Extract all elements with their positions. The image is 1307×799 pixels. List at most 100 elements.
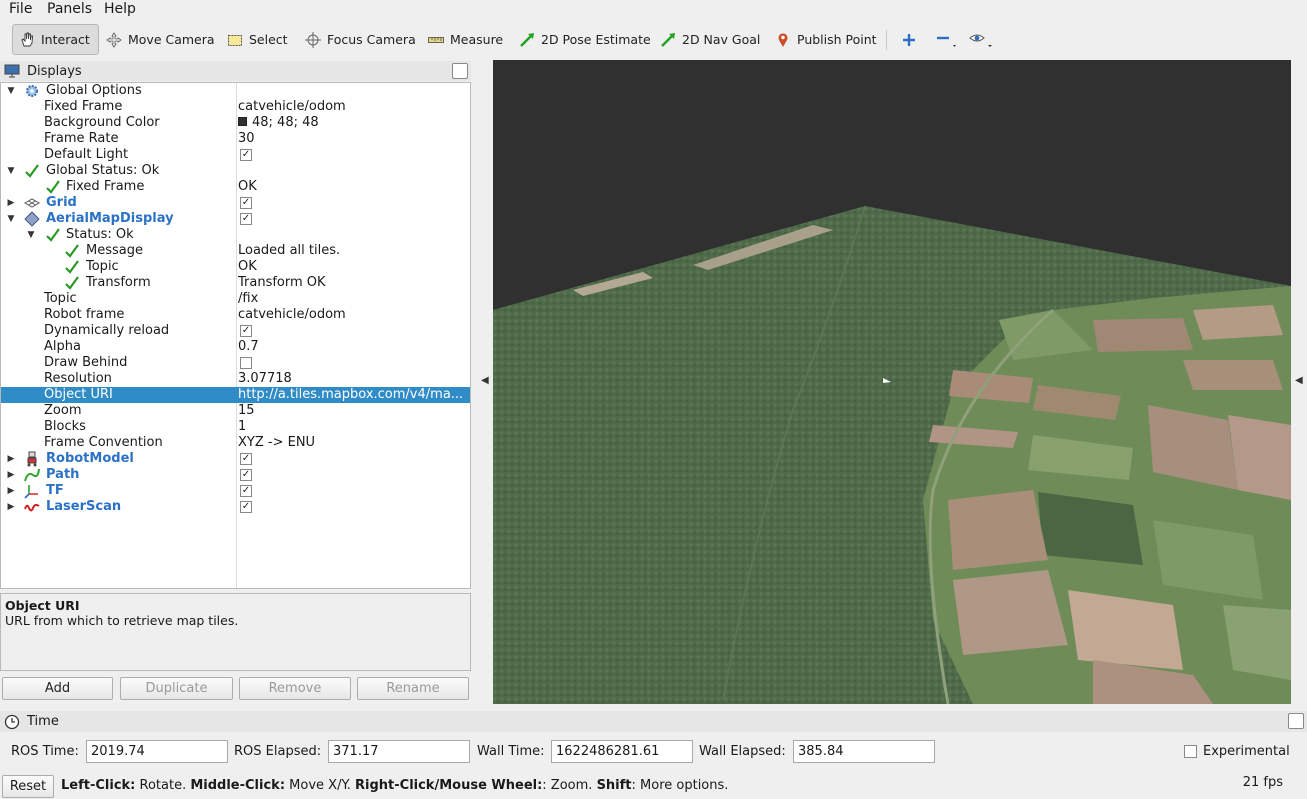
nav-goal-tool-button[interactable]: 2D Nav Goal <box>654 24 766 55</box>
green-arrow-icon <box>520 32 534 47</box>
tree-row-status-fixed-frame[interactable]: Fixed Frame OK <box>1 179 470 195</box>
dynamically-reload-checkbox[interactable]: ✓ <box>240 325 252 337</box>
focus-camera-tool-button[interactable]: Focus Camera <box>299 24 422 55</box>
tree-row-laser-scan[interactable]: ▶ LaserScan ✓ <box>1 499 470 515</box>
tree-row-status-topic[interactable]: Topic OK <box>1 259 470 275</box>
laser-scan-icon <box>24 503 40 512</box>
tree-row-frame-rate[interactable]: Frame Rate 30 <box>1 131 470 147</box>
row-value[interactable]: catvehicle/odom <box>238 99 468 115</box>
time-float-button[interactable] <box>1288 713 1304 729</box>
row-value[interactable]: 15 <box>238 403 468 419</box>
tree-row-global-options[interactable]: ▼ Global Options <box>1 83 470 99</box>
move-camera-tool-button[interactable]: Move Camera <box>100 24 221 55</box>
rename-display-button[interactable]: Rename <box>357 677 469 700</box>
view-options-button[interactable] <box>963 24 999 55</box>
tree-row-tf[interactable]: ▶ TF ✓ <box>1 483 470 499</box>
select-tool-button[interactable]: Select <box>221 24 294 55</box>
pose-estimate-tool-button[interactable]: 2D Pose Estimate <box>513 24 657 55</box>
collapse-arrow-icon[interactable]: ▶ <box>6 195 16 211</box>
tree-row-alpha[interactable]: Alpha 0.7 <box>1 339 470 355</box>
row-name: Draw Behind <box>44 355 128 370</box>
draw-behind-checkbox[interactable] <box>240 357 252 369</box>
row-name: Frame Rate <box>44 131 119 146</box>
tree-row-dynamically-reload[interactable]: Dynamically reload ✓ <box>1 323 470 339</box>
displays-tree: ▼ Global Options Fixed Frame catvehicle/… <box>0 82 471 589</box>
collapse-arrow-icon[interactable]: ▶ <box>6 483 16 499</box>
default-light-checkbox[interactable]: ✓ <box>240 149 252 161</box>
tree-row-grid[interactable]: ▶ Grid ✓ <box>1 195 470 211</box>
tree-row-aerial-map-display[interactable]: ▼ AerialMapDisplay ✓ <box>1 211 470 227</box>
publish-point-tool-button[interactable]: Publish Point <box>769 24 883 55</box>
remove-tool-button[interactable] <box>929 24 963 55</box>
measure-tool-button[interactable]: Measure <box>422 24 509 55</box>
row-value[interactable]: XYZ -> ENU <box>238 435 468 451</box>
color-value: 48; 48; 48 <box>252 115 319 130</box>
row-value[interactable]: /fix <box>238 291 468 307</box>
row-value[interactable]: catvehicle/odom <box>238 307 468 323</box>
interact-tool-button[interactable]: Interact <box>12 24 99 55</box>
tree-row-resolution[interactable]: Resolution 3.07718 <box>1 371 470 387</box>
tree-row-topic[interactable]: Topic /fix <box>1 291 470 307</box>
menu-panels[interactable]: Panels <box>47 1 92 17</box>
expand-arrow-icon[interactable]: ▼ <box>6 211 16 227</box>
measure-label: Measure <box>450 32 504 47</box>
wall-time-field[interactable]: 1622486281.61 <box>551 740 693 763</box>
duplicate-display-button[interactable]: Duplicate <box>120 677 233 700</box>
tree-row-fixed-frame[interactable]: Fixed Frame catvehicle/odom <box>1 99 470 115</box>
remove-display-button[interactable]: Remove <box>239 677 351 700</box>
tree-row-status-message[interactable]: Message Loaded all tiles. <box>1 243 470 259</box>
row-name: Status: Ok <box>66 227 134 242</box>
tree-row-robot-frame[interactable]: Robot frame catvehicle/odom <box>1 307 470 323</box>
tree-row-robot-model[interactable]: ▶ RobotModel ✓ <box>1 451 470 467</box>
tree-row-zoom[interactable]: Zoom 15 <box>1 403 470 419</box>
tree-row-default-light[interactable]: Default Light ✓ <box>1 147 470 163</box>
status-ok-check-icon <box>65 244 79 258</box>
tree-row-blocks[interactable]: Blocks 1 <box>1 419 470 435</box>
tree-row-aerial-status[interactable]: ▼ Status: Ok <box>1 227 470 243</box>
move-arrows-icon <box>106 31 122 48</box>
row-value[interactable]: 30 <box>238 131 468 147</box>
menu-file[interactable]: File <box>9 1 32 17</box>
row-value: OK <box>238 179 257 194</box>
expand-arrow-icon[interactable]: ▼ <box>6 83 16 99</box>
row-value[interactable]: 3.07718 <box>238 371 468 387</box>
tree-row-status-transform[interactable]: Transform Transform OK <box>1 275 470 291</box>
collapse-arrow-icon[interactable]: ▶ <box>6 499 16 515</box>
row-value[interactable]: 48; 48; 48 <box>238 115 468 131</box>
tree-row-object-uri[interactable]: Object URI http://a.tiles.mapbox.com/v4/… <box>1 387 470 403</box>
ros-time-field[interactable]: 2019.74 <box>86 740 228 763</box>
tree-row-frame-convention[interactable]: Frame Convention XYZ -> ENU <box>1 435 470 451</box>
laser-scan-enabled-checkbox[interactable]: ✓ <box>240 501 252 513</box>
status-ok-check-icon <box>65 260 79 274</box>
add-tool-button[interactable] <box>895 24 923 55</box>
tree-row-background-color[interactable]: Background Color 48; 48; 48 <box>1 115 470 131</box>
displays-float-button[interactable] <box>452 63 468 79</box>
collapse-arrow-icon[interactable]: ▶ <box>6 467 16 483</box>
row-value[interactable]: 0.7 <box>238 339 468 355</box>
wall-elapsed-field[interactable]: 385.84 <box>793 740 935 763</box>
status-ok-check-icon <box>25 164 39 178</box>
3d-viewport[interactable] <box>493 60 1291 704</box>
expand-arrow-icon[interactable]: ▼ <box>26 227 36 243</box>
tf-enabled-checkbox[interactable]: ✓ <box>240 485 252 497</box>
row-value[interactable]: 1 <box>238 419 468 435</box>
ros-elapsed-field[interactable]: 371.17 <box>328 740 470 763</box>
grid-enabled-checkbox[interactable]: ✓ <box>240 197 252 209</box>
tree-row-draw-behind[interactable]: Draw Behind <box>1 355 470 371</box>
left-splitter-arrow-icon[interactable]: ◀ <box>481 375 489 386</box>
robot-model-enabled-checkbox[interactable]: ✓ <box>240 453 252 465</box>
add-display-button[interactable]: Add <box>2 677 113 700</box>
aerial-map-enabled-checkbox[interactable]: ✓ <box>240 213 252 225</box>
aerial-map-render[interactable] <box>493 60 1291 704</box>
wall-elapsed-label: Wall Elapsed: <box>699 744 786 759</box>
tree-row-global-status[interactable]: ▼ Global Status: Ok <box>1 163 470 179</box>
experimental-checkbox[interactable] <box>1184 745 1197 758</box>
menu-help[interactable]: Help <box>104 1 136 17</box>
reset-button[interactable]: Reset <box>2 775 54 798</box>
right-splitter-arrow-icon[interactable]: ◀ <box>1295 375 1303 386</box>
row-value[interactable]: http://a.tiles.mapbox.com/v4/ma... <box>238 387 468 403</box>
collapse-arrow-icon[interactable]: ▶ <box>6 451 16 467</box>
expand-arrow-icon[interactable]: ▼ <box>6 163 16 179</box>
tree-row-path[interactable]: ▶ Path ✓ <box>1 467 470 483</box>
path-enabled-checkbox[interactable]: ✓ <box>240 469 252 481</box>
